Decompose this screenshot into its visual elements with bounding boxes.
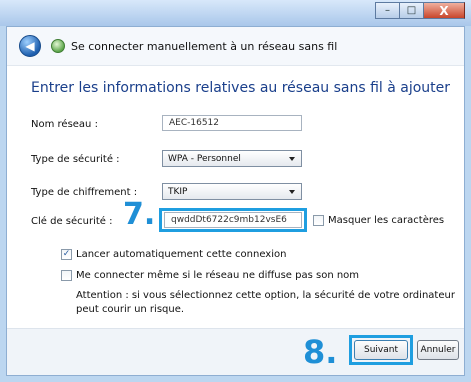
security-type-label: Type de sécurité : bbox=[31, 154, 120, 165]
step-7-annotation: 7. bbox=[123, 197, 156, 232]
next-button[interactable]: Suivant bbox=[354, 340, 408, 360]
minimize-button[interactable]: – bbox=[375, 2, 399, 19]
hide-chars-label: Masquer les caractères bbox=[328, 215, 445, 226]
back-arrow-icon[interactable]: ◀ bbox=[19, 35, 41, 57]
security-key-label: Clé de sécurité : bbox=[31, 216, 113, 227]
auto-connect-checkbox[interactable]: ✓ bbox=[61, 249, 72, 260]
encryption-type-select[interactable]: TKIP bbox=[162, 183, 302, 200]
step-8-annotation: 8. bbox=[303, 333, 338, 371]
network-name-input[interactable]: AEC-16512 bbox=[162, 115, 302, 131]
window-controls: – □ X bbox=[375, 2, 465, 19]
cancel-button[interactable]: Annuler bbox=[417, 340, 459, 360]
dialog-content: ◀ Se connecter manuellement à un réseau … bbox=[6, 26, 465, 376]
encryption-type-label: Type de chiffrement : bbox=[31, 187, 138, 198]
chevron-down-icon bbox=[289, 157, 295, 161]
auto-connect-label: Lancer automatiquement cette connexion bbox=[76, 249, 287, 260]
connect-hidden-label: Me connecter même si le réseau ne diffus… bbox=[76, 270, 360, 281]
security-type-value: WPA - Personnel bbox=[168, 154, 241, 164]
dialog-window: – □ X ◀ Se connecter manuellement à un r… bbox=[0, 0, 471, 382]
wireless-network-icon bbox=[51, 39, 65, 53]
security-key-input[interactable]: qwddDt6722c9mb12vsE6 bbox=[164, 212, 302, 228]
form-heading: Entrer les informations relatives au rés… bbox=[31, 80, 451, 96]
dialog-header: ◀ Se connecter manuellement à un réseau … bbox=[7, 27, 464, 66]
warning-text: Attention : si vous sélectionnez cette o… bbox=[76, 290, 455, 315]
security-type-select[interactable]: WPA - Personnel bbox=[162, 150, 302, 167]
encryption-type-value: TKIP bbox=[168, 187, 188, 197]
chevron-down-icon bbox=[289, 190, 295, 194]
close-button[interactable]: X bbox=[423, 2, 465, 19]
dialog-title: Se connecter manuellement à un réseau sa… bbox=[71, 39, 338, 53]
dialog-footer: 8. Suivant Annuler bbox=[7, 328, 464, 375]
title-bar: – □ X bbox=[0, 0, 471, 26]
maximize-button[interactable]: □ bbox=[399, 2, 423, 19]
hide-chars-checkbox[interactable] bbox=[313, 215, 324, 226]
connect-hidden-checkbox[interactable] bbox=[61, 270, 72, 281]
network-name-label: Nom réseau : bbox=[31, 119, 98, 130]
